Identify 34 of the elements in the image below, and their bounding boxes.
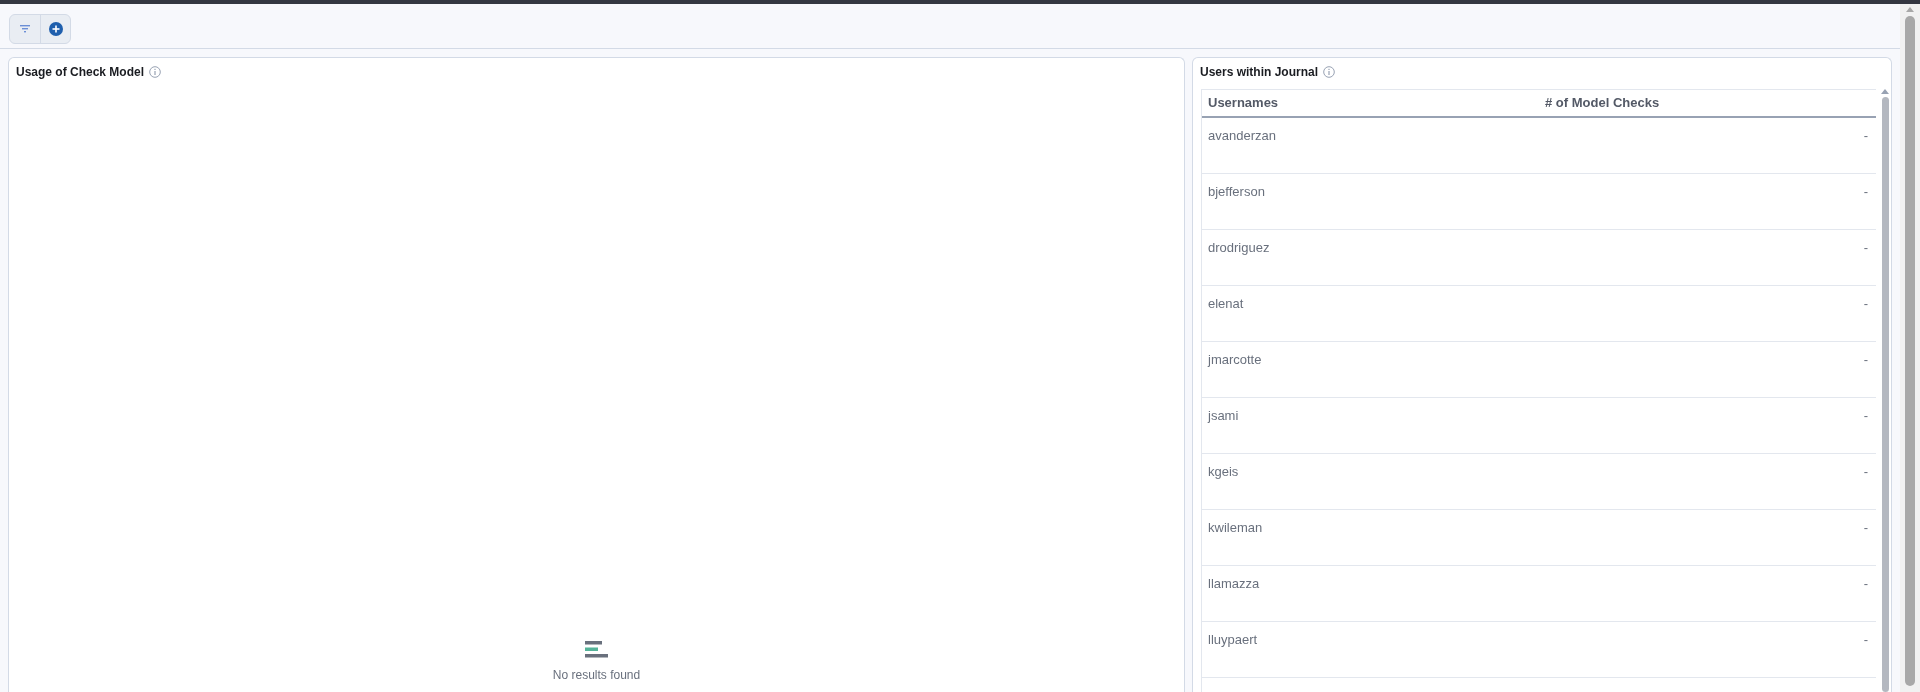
scroll-up-arrow-icon[interactable] (1881, 89, 1889, 94)
username-cell: kwileman (1208, 520, 1263, 535)
checks-cell: - (1863, 632, 1868, 647)
username-cell: kgeis (1208, 464, 1239, 479)
checks-cell: - (1863, 464, 1868, 479)
table-scrollbar[interactable] (1879, 89, 1891, 692)
username-cell: drodriguez (1208, 240, 1270, 255)
info-icon (149, 66, 162, 78)
bar-chart-icon (585, 641, 608, 658)
column-header[interactable]: Usernames (1208, 95, 1279, 111)
empty-message: No results found (552, 667, 641, 684)
info-icon (1323, 66, 1336, 78)
checks-cell: - (1863, 352, 1868, 367)
panel-title: Usage of Check Model (16, 64, 145, 81)
scroll-up-arrow-icon[interactable] (1906, 7, 1914, 12)
column-header[interactable]: # of Model Checks (1545, 95, 1660, 111)
panel-title: Users within Journal (1200, 64, 1319, 81)
checks-cell: - (1863, 408, 1868, 423)
page-scrollbar[interactable] (1900, 4, 1920, 692)
username-cell: lluypaert (1208, 632, 1258, 647)
filter-icon (20, 25, 30, 33)
username-cell: elenat (1208, 296, 1244, 311)
checks-cell: - (1863, 576, 1868, 591)
username-cell: jsami (1208, 408, 1239, 423)
username-cell: llamazza (1208, 576, 1260, 591)
checks-cell: - (1863, 520, 1868, 535)
checks-cell: - (1863, 296, 1868, 311)
username-cell: avanderzan (1208, 128, 1276, 143)
checks-cell: - (1863, 128, 1868, 143)
plus-circle-icon (48, 22, 63, 36)
username-cell: jmarcotte (1208, 352, 1262, 367)
checks-cell: - (1863, 184, 1868, 199)
username-cell: bjefferson (1208, 184, 1265, 199)
checks-cell: - (1863, 240, 1868, 255)
